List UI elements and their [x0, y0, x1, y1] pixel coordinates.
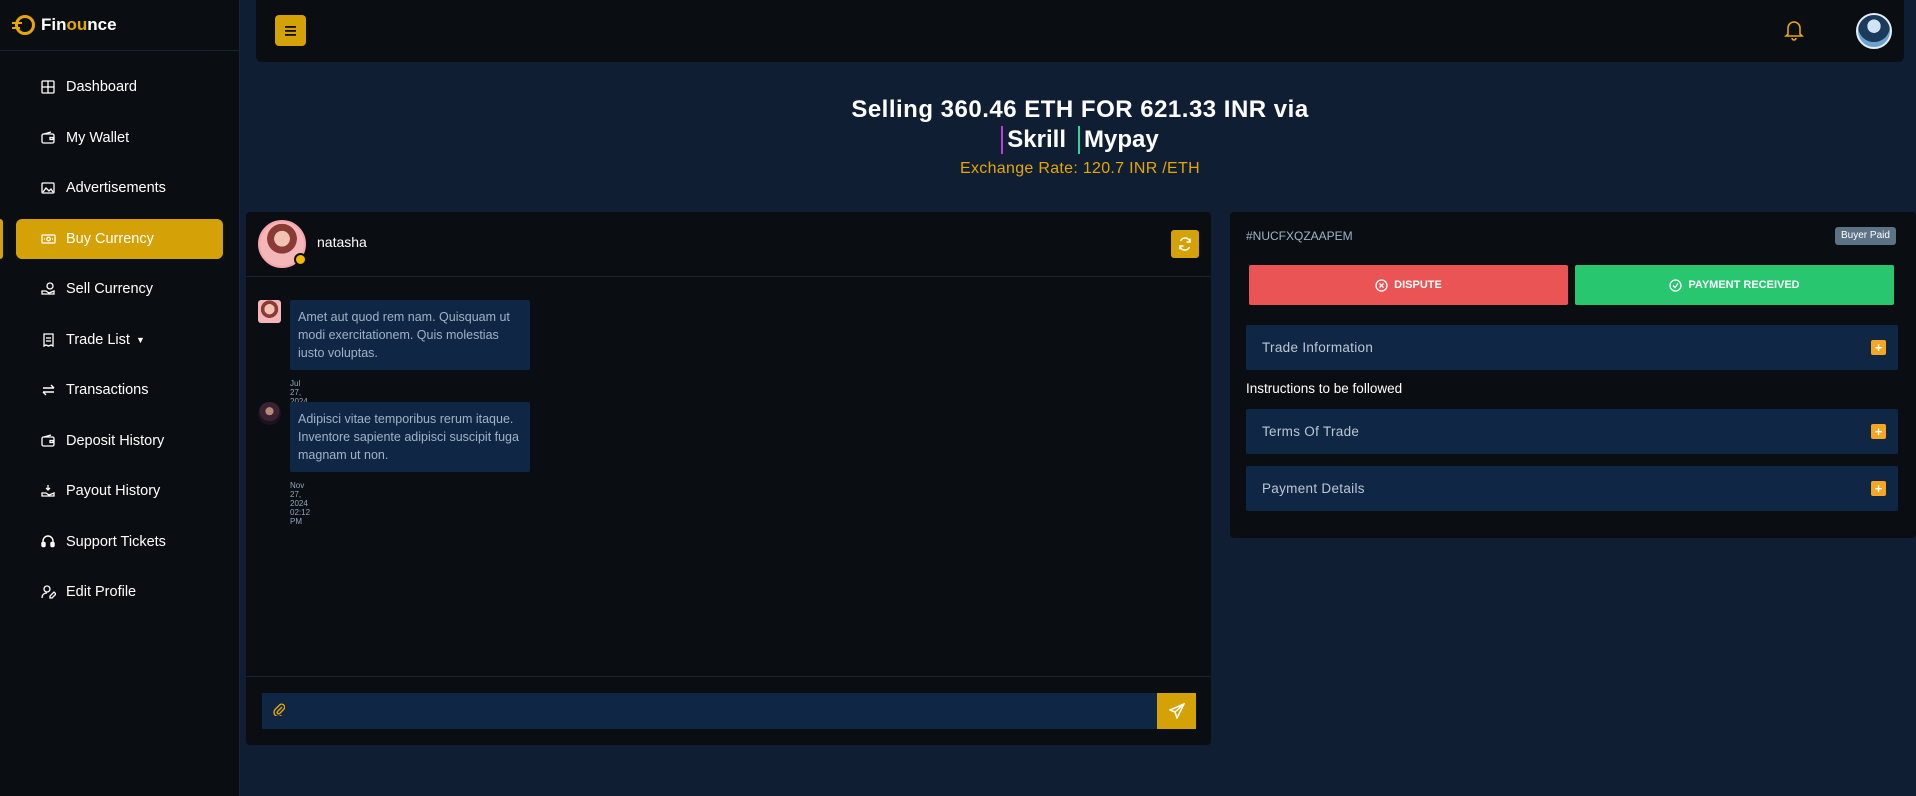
refresh-icon	[1179, 237, 1191, 251]
payment-method-mypay: Mypay	[1078, 126, 1159, 154]
topbar	[256, 0, 1904, 62]
sidebar-nav: Dashboard My Wallet Advertisements Buy C…	[0, 51, 239, 612]
chat-user-name: natasha	[317, 234, 367, 250]
user-avatar[interactable]	[1856, 13, 1892, 49]
sidebar-item-sell-currency[interactable]: Sell Currency	[16, 269, 223, 309]
payment-received-button[interactable]: PAYMENT RECEIVED	[1575, 265, 1894, 305]
sidebar-item-label: Deposit History	[66, 432, 165, 449]
sidebar-item-transactions[interactable]: Transactions	[16, 370, 223, 410]
trade-panel: #NUCFXQZAAPEM Buyer Paid DISPUTE PAYMENT…	[1230, 212, 1916, 538]
bell-icon[interactable]	[1784, 19, 1806, 41]
sidebar-item-label: Payout History	[66, 483, 161, 499]
accordion-trade-information[interactable]: Trade Information +	[1246, 325, 1898, 370]
message-avatar	[258, 300, 281, 323]
sidebar-item-trade-list[interactable]: Trade List ▼	[16, 320, 223, 360]
paperclip-icon[interactable]	[273, 702, 286, 719]
wallet-icon	[40, 433, 56, 449]
check-circle-icon	[1669, 278, 1683, 292]
receipt-icon	[40, 332, 56, 348]
wallet-icon	[40, 130, 56, 146]
hamburger-icon	[285, 25, 296, 36]
coin-logo-icon	[12, 15, 35, 35]
sidebar: Finounce Dashboard My Wallet Advertiseme…	[0, 0, 240, 796]
image-icon	[40, 180, 56, 196]
sidebar-item-edit-profile[interactable]: Edit Profile	[16, 572, 223, 612]
sidebar-item-label: Buy Currency	[66, 230, 154, 247]
instructions-heading: Instructions to be followed	[1246, 381, 1403, 396]
accordion-label: Trade Information	[1262, 340, 1374, 355]
plus-icon: +	[1871, 424, 1886, 439]
hamburger-menu-button[interactable]	[275, 15, 306, 46]
sidebar-item-label: My Wallet	[66, 129, 130, 146]
sidebar-item-label: Edit Profile	[66, 584, 137, 600]
brand[interactable]: Finounce	[0, 0, 239, 51]
online-status-dot	[294, 253, 307, 266]
sidebar-item-payout-history[interactable]: Payout History	[16, 471, 223, 511]
dispute-label: DISPUTE	[1394, 279, 1442, 291]
sidebar-item-my-wallet[interactable]: My Wallet	[16, 118, 223, 158]
sidebar-item-dashboard[interactable]: Dashboard	[16, 67, 223, 107]
chevron-down-icon: ▼	[135, 334, 145, 345]
send-message-button[interactable]	[1157, 693, 1196, 729]
hand-coin-icon	[40, 281, 56, 297]
brand-name: Finounce	[41, 15, 117, 34]
plus-icon: +	[1871, 340, 1886, 355]
send-icon	[1168, 703, 1185, 719]
sidebar-item-label: Dashboard	[66, 79, 137, 95]
chat-panel: natasha Amet aut quod rem nam. Quisquam …	[246, 212, 1211, 745]
sidebar-item-label: Advertisements	[66, 180, 166, 196]
sidebar-item-advertisements[interactable]: Advertisements	[16, 168, 223, 208]
sidebar-item-label: Trade List	[66, 331, 130, 348]
message-input[interactable]	[262, 693, 1157, 729]
accordion-label: Payment Details	[1262, 481, 1365, 496]
payment-methods: Skrill Mypay	[256, 126, 1904, 154]
message-bubble: Adipisci vitae temporibus rerum itaque. …	[290, 402, 530, 472]
user-edit-icon	[40, 584, 56, 600]
sidebar-item-deposit-history[interactable]: Deposit History	[16, 421, 223, 461]
trade-heading: Selling 360.46 ETH FOR 621.33 INR via	[851, 96, 1309, 123]
money-icon	[40, 231, 56, 247]
refresh-chat-button[interactable]	[1171, 230, 1199, 258]
chat-header: natasha	[246, 212, 1211, 277]
swap-icon	[40, 382, 56, 398]
message-avatar	[258, 402, 281, 425]
sidebar-item-label: Transactions	[66, 382, 149, 398]
message-time: Nov 27, 2024 02:12 PM	[290, 481, 311, 526]
trade-id: #NUCFXQZAAPEM	[1246, 229, 1353, 243]
sidebar-item-buy-currency[interactable]: Buy Currency	[0, 218, 223, 259]
trade-title: Selling 360.46 ETH FOR 621.33 INR via Sk…	[256, 96, 1904, 178]
chat-composer	[246, 676, 1211, 745]
accordion-payment-details[interactable]: Payment Details +	[1246, 466, 1898, 511]
exchange-rate: Exchange Rate: 120.7 INR /ETH	[960, 160, 1200, 177]
accordion-label: Terms Of Trade	[1262, 424, 1360, 439]
sidebar-item-label: Support Tickets	[66, 533, 166, 550]
plus-icon: +	[1871, 481, 1886, 496]
headset-icon	[40, 534, 56, 550]
close-circle-icon	[1375, 278, 1388, 292]
status-badge: Buyer Paid	[1835, 227, 1896, 245]
hand-money-icon	[40, 483, 56, 499]
grid-icon	[40, 79, 56, 95]
accordion-terms-of-trade[interactable]: Terms Of Trade +	[1246, 409, 1898, 454]
message-bubble: Amet aut quod rem nam. Quisquam ut modi …	[290, 300, 530, 370]
sidebar-item-support-tickets[interactable]: Support Tickets	[16, 522, 223, 562]
payment-received-label: PAYMENT RECEIVED	[1688, 279, 1800, 291]
payment-method-skrill: Skrill	[1001, 126, 1066, 154]
sidebar-item-label: Sell Currency	[66, 281, 154, 297]
dispute-button[interactable]: DISPUTE	[1249, 265, 1568, 305]
